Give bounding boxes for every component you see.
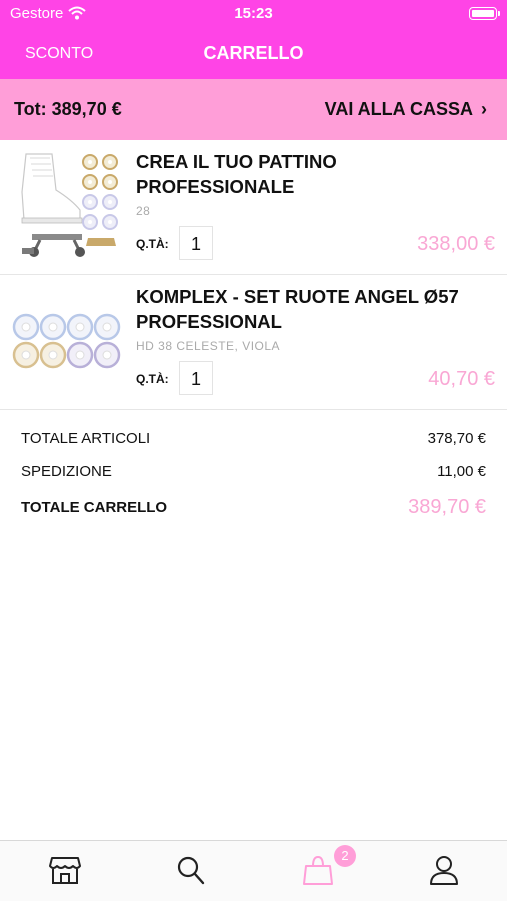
product-price: 40,70 € — [428, 368, 495, 390]
total-label: Tot: 389,70 € — [14, 99, 122, 119]
quantity-label: Q.TÀ: — [136, 372, 169, 386]
tab-store[interactable] — [34, 841, 94, 901]
battery-icon — [469, 7, 500, 20]
status-bar: Gestore 15:23 — [0, 0, 507, 28]
checkout-label: VAI ALLA CASSA — [324, 99, 473, 119]
product-image-wheels[interactable] — [12, 287, 124, 399]
cart-item: CREA IL TUO PATTINO PROFESSIONALE 28 Q.T… — [0, 140, 507, 275]
summary-value: 11,00 € — [437, 463, 486, 480]
cart-badge: 2 — [334, 845, 356, 867]
chevron-right-icon: › — [481, 99, 487, 119]
tab-search[interactable] — [160, 841, 220, 901]
cart-item: KOMPLEX - SET RUOTE ANGEL Ø57 PROFESSION… — [0, 275, 507, 410]
tab-account[interactable] — [413, 841, 473, 901]
product-variant: HD 38 CELESTE, VIOLA — [136, 339, 281, 353]
summary-row-total: TOTALE CARRELLO 389,70 € — [21, 496, 486, 523]
total-bar: Tot: 389,70 € VAI ALLA CASSA › — [0, 79, 507, 140]
tab-bar: 2 — [0, 840, 507, 901]
summary-row-shipping: SPEDIZIONE 11,00 € — [21, 463, 486, 487]
page-title: CARRELLO — [203, 43, 304, 63]
top-header: Gestore 15:23 SCONTO CARRELLO — [0, 0, 507, 79]
summary-value: 378,70 € — [427, 430, 486, 447]
quantity-field[interactable]: 1 — [179, 361, 213, 395]
quantity-field[interactable]: 1 — [179, 226, 213, 260]
product-name[interactable]: KOMPLEX - SET RUOTE ANGEL Ø57 PROFESSION… — [136, 284, 496, 334]
summary-value: 389,70 € — [408, 496, 486, 518]
quantity-label: Q.TÀ: — [136, 237, 169, 251]
summary-label: TOTALE CARRELLO — [21, 499, 168, 516]
product-name[interactable]: CREA IL TUO PATTINO PROFESSIONALE — [136, 149, 496, 199]
product-image-skate[interactable] — [12, 152, 124, 264]
checkout-button[interactable]: VAI ALLA CASSA › — [325, 99, 487, 120]
summary-row-articles: TOTALE ARTICOLI 378,70 € — [21, 430, 486, 454]
product-price: 338,00 € — [417, 233, 495, 255]
clock: 15:23 — [234, 5, 273, 22]
product-variant: 28 — [136, 204, 151, 218]
summary-label: SPEDIZIONE — [21, 463, 112, 480]
summary-label: TOTALE ARTICOLI — [21, 430, 151, 447]
